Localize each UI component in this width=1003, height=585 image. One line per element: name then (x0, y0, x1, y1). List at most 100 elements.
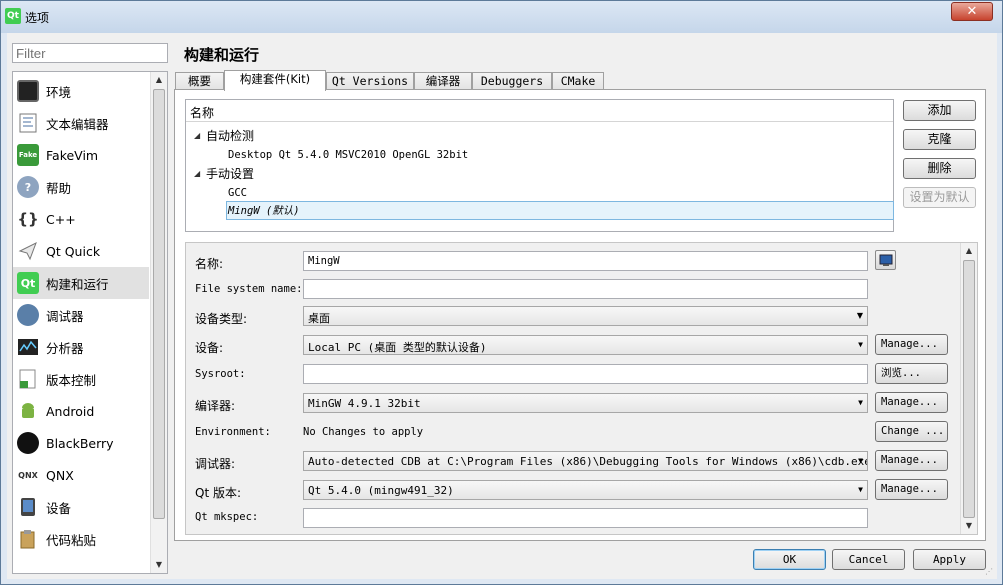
name-field[interactable]: MingW (303, 251, 868, 271)
filter-input[interactable] (12, 43, 168, 63)
category-item-android[interactable]: Android (13, 395, 149, 427)
tree-group-auto-detected[interactable]: ◢ 自动检测 (186, 126, 893, 145)
qt-app-icon: Qt (5, 8, 21, 24)
android-icon (17, 400, 39, 422)
category-item-qt-quick[interactable]: Qt Quick (13, 235, 149, 267)
tree-item-gcc[interactable]: GCC (186, 183, 893, 202)
category-item-code-paste[interactable]: 代码粘贴 (13, 523, 149, 555)
delete-button[interactable]: 删除 (903, 158, 976, 179)
category-item-cpp[interactable]: {} C++ (13, 203, 149, 235)
category-label: 调试器 (46, 308, 84, 324)
manage-compilers-button[interactable]: Manage... (875, 392, 948, 413)
page-title: 构建和运行 (184, 46, 260, 64)
qt-version-label: Qt 版本: (195, 486, 242, 500)
category-item-device[interactable]: 设备 (13, 491, 149, 523)
debugger-icon (17, 304, 39, 326)
set-default-button[interactable]: 设置为默认 (903, 187, 976, 208)
fs-name-field[interactable] (303, 279, 868, 299)
sysroot-field[interactable] (303, 364, 868, 384)
manage-devices-button[interactable]: Manage... (875, 334, 948, 355)
category-label: Android (46, 403, 95, 419)
qt-version-combo[interactable]: Qt 5.4.0 (mingw491_32) ▼ (303, 480, 868, 500)
tab-kits[interactable]: 构建套件(Kit) (224, 70, 326, 91)
help-icon: ? (17, 176, 39, 198)
tree-item-desktop-msvc[interactable]: Desktop Qt 5.4.0 MSVC2010 OpenGL 32bit (186, 145, 893, 164)
category-label: 帮助 (46, 180, 72, 196)
monitor-icon (17, 80, 39, 102)
category-item-blackberry[interactable]: BlackBerry (13, 427, 149, 459)
category-item-help[interactable]: ? 帮助 (13, 171, 149, 203)
kit-icon-button[interactable] (875, 250, 896, 270)
device-type-combo[interactable]: 桌面 ▼ (303, 306, 868, 326)
combo-value: 桌面 (308, 312, 330, 325)
monitor-icon (879, 254, 892, 266)
category-label: 环境 (46, 84, 72, 100)
tree-item-label: Desktop Qt 5.4.0 MSVC2010 OpenGL 32bit (228, 148, 469, 161)
tree-group-manual[interactable]: ◢ 手动设置 (186, 164, 893, 183)
apply-button[interactable]: Apply (913, 549, 986, 570)
ok-button[interactable]: OK (753, 549, 826, 570)
add-button[interactable]: 添加 (903, 100, 976, 121)
tree-header-name: 名称 (186, 100, 893, 122)
title-bar[interactable]: Qt 选项 ✕ (1, 1, 1002, 33)
environment-value: No Changes to apply (303, 426, 424, 438)
category-label: C++ (46, 211, 76, 227)
qt-mkspec-field[interactable] (303, 508, 868, 528)
tree-group-label: 自动检测 (206, 129, 255, 143)
combo-value: MinGW 4.9.1 32bit (308, 397, 421, 410)
category-item-analyzer[interactable]: 分析器 (13, 331, 149, 363)
code-paste-icon (17, 528, 39, 550)
tab-qt-versions[interactable]: Qt Versions (326, 72, 414, 90)
clone-button[interactable]: 克隆 (903, 129, 976, 150)
scrollbar-thumb[interactable] (153, 89, 165, 519)
fs-name-label: File system name: (195, 283, 303, 295)
category-item-environment[interactable]: 环境 (13, 75, 149, 107)
tab-overview[interactable]: 概要 (175, 72, 224, 90)
category-list: 环境 文本编辑器 Fake FakeVim ? 帮助 {} C++ Qt Qui… (12, 71, 168, 574)
name-label: 名称: (195, 257, 224, 271)
tree-item-mingw-default[interactable]: MingW (默认) (226, 201, 894, 220)
category-item-build-run[interactable]: Qt 构建和运行 (13, 267, 149, 299)
category-item-qnx[interactable]: QNX QNX (13, 459, 149, 491)
tab-compilers[interactable]: 编译器 (414, 72, 472, 90)
category-item-text-editor[interactable]: 文本编辑器 (13, 107, 149, 139)
scroll-down-arrow-icon[interactable]: ▼ (151, 557, 167, 573)
browse-button[interactable]: 浏览... (875, 363, 948, 384)
environment-label: Environment: (195, 426, 271, 438)
tab-cmake[interactable]: CMake (552, 72, 604, 90)
cpp-braces-icon: {} (17, 210, 39, 228)
chevron-down-icon: ▼ (858, 340, 863, 349)
debugger-combo[interactable]: Auto-detected CDB at C:\Program Files (x… (303, 451, 868, 471)
tab-debuggers[interactable]: Debuggers (472, 72, 552, 90)
expand-arrow-icon[interactable]: ◢ (194, 169, 206, 178)
qnx-icon: QNX (18, 470, 38, 480)
category-item-debugger[interactable]: 调试器 (13, 299, 149, 331)
category-item-fakevim[interactable]: Fake FakeVim (13, 139, 149, 171)
tree-item-label: GCC (228, 186, 247, 199)
category-label: Qt Quick (46, 243, 101, 259)
close-button[interactable]: ✕ (951, 2, 993, 21)
category-label: 版本控制 (46, 372, 97, 388)
scroll-down-arrow-icon[interactable]: ▼ (961, 518, 977, 534)
compiler-combo[interactable]: MinGW 4.9.1 32bit ▼ (303, 393, 868, 413)
category-label: 文本编辑器 (46, 116, 109, 132)
kits-tab-pane: 名称 ◢ 自动检测 Desktop Qt 5.4.0 MSVC2010 Open… (174, 89, 986, 541)
manage-qt-versions-button[interactable]: Manage... (875, 479, 948, 500)
scroll-up-arrow-icon[interactable]: ▲ (961, 243, 977, 259)
category-label: 分析器 (46, 340, 84, 356)
change-environment-button[interactable]: Change ... (875, 421, 948, 442)
scrollbar-thumb[interactable] (963, 260, 975, 518)
chevron-down-icon: ▼ (858, 485, 863, 494)
category-item-version-control[interactable]: 版本控制 (13, 363, 149, 395)
device-combo[interactable]: Local PC (桌面 类型的默认设备) ▼ (303, 335, 868, 355)
resize-grip-icon[interactable]: ⋰ (985, 567, 995, 577)
debugger-label: 调试器: (195, 457, 236, 471)
scroll-up-arrow-icon[interactable]: ▲ (151, 72, 167, 88)
version-control-icon (17, 368, 39, 390)
manage-debuggers-button[interactable]: Manage... (875, 450, 948, 471)
cancel-button[interactable]: Cancel (832, 549, 905, 570)
category-label: BlackBerry (46, 435, 114, 451)
category-scrollbar[interactable]: ▲ ▼ (150, 72, 167, 573)
details-scrollbar[interactable]: ▲ ▼ (960, 243, 977, 534)
expand-arrow-icon[interactable]: ◢ (194, 131, 206, 140)
